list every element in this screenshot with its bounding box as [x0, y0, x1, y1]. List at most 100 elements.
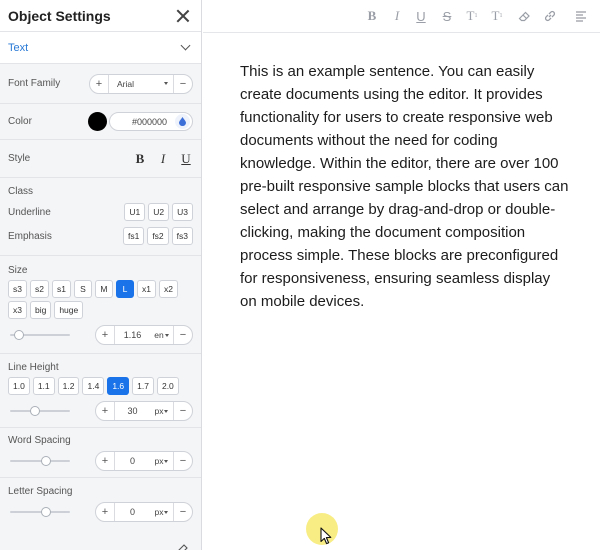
color-label: Color — [8, 116, 32, 127]
emphasis-fs3-button[interactable]: fs3 — [171, 227, 193, 245]
line-height-value[interactable]: 30 — [114, 402, 150, 420]
align-icon[interactable] — [573, 8, 589, 24]
line-height-decrease-button[interactable]: − — [174, 402, 192, 420]
color-swatch[interactable] — [88, 112, 107, 131]
panel-header: Object Settings — [0, 0, 201, 32]
word-spacing-section: Word Spacing + 0 px − — [0, 428, 201, 478]
slider-thumb[interactable] — [30, 406, 40, 416]
link-icon[interactable] — [542, 8, 558, 24]
emphasis-label: Emphasis — [8, 230, 52, 242]
size-decrease-button[interactable]: − — [174, 326, 192, 344]
letter-spacing-decrease-button[interactable]: − — [174, 503, 192, 521]
word-spacing-decrease-button[interactable]: − — [174, 452, 192, 470]
emphasis-fs1-button[interactable]: fs1 — [122, 227, 145, 245]
size-x1-button[interactable]: x1 — [136, 280, 156, 298]
strikethrough-icon[interactable]: S — [439, 8, 455, 24]
word-spacing-increase-button[interactable]: + — [96, 452, 114, 470]
size-s-button[interactable]: S — [73, 280, 92, 298]
word-spacing-slider[interactable] — [10, 456, 70, 466]
bold-icon[interactable]: B — [364, 8, 380, 24]
eraser-icon[interactable] — [178, 540, 189, 550]
eraser-icon[interactable] — [516, 8, 532, 24]
color-hex-field[interactable]: #000000 — [109, 112, 193, 131]
lh-1-2-button[interactable]: 1.2 — [57, 377, 80, 395]
line-height-increase-button[interactable]: + — [96, 402, 114, 420]
size-slider[interactable] — [10, 330, 70, 340]
color-section: Color #000000 — [0, 104, 201, 140]
line-height-slider[interactable] — [10, 406, 70, 416]
size-x3-button[interactable]: x3 — [8, 301, 27, 319]
letter-spacing-unit-select[interactable]: px — [150, 503, 174, 521]
subscript-icon[interactable]: T1 — [489, 8, 505, 24]
underline-u3-button[interactable]: U3 — [172, 203, 193, 221]
emphasis-row: Emphasis fs1 fs2 fs3 — [8, 227, 193, 245]
line-height-unit-select[interactable]: px — [150, 402, 174, 420]
size-value[interactable]: 1.16 — [114, 326, 150, 344]
letter-spacing-slider[interactable] — [10, 507, 70, 517]
size-l-button[interactable]: L — [115, 280, 134, 298]
lh-1-1-button[interactable]: 1.1 — [32, 377, 55, 395]
italic-icon[interactable]: I — [389, 8, 405, 24]
underline-u2-button[interactable]: U2 — [148, 203, 170, 221]
editor-toolbar: B I U S T1 T1 — [203, 0, 600, 33]
line-height-section: Line Height 1.0 1.1 1.2 1.4 1.6 1.7 2.0 … — [0, 354, 201, 428]
color-drop-icon[interactable] — [175, 114, 190, 129]
word-spacing-number-control: + 0 px − — [95, 451, 193, 471]
underline-row: Underline U1 U2 U3 — [8, 203, 193, 221]
style-label: Style — [8, 153, 31, 164]
size-s1-button[interactable]: s1 — [51, 280, 71, 298]
slider-thumb[interactable] — [14, 330, 24, 340]
size-unit-select[interactable]: en — [150, 326, 174, 344]
editor-text[interactable]: This is an example sentence. You can eas… — [240, 60, 570, 313]
size-increase-button[interactable]: + — [96, 326, 114, 344]
caret-down-icon — [164, 333, 169, 337]
size-m-button[interactable]: M — [94, 280, 113, 298]
slider-track — [10, 460, 70, 462]
font-increase-button[interactable]: + — [90, 75, 108, 93]
lh-1-7-button[interactable]: 1.7 — [132, 377, 154, 395]
size-unit: en — [154, 330, 164, 340]
emphasis-fs2-button[interactable]: fs2 — [147, 227, 169, 245]
emphasis-options: fs1 fs2 fs3 — [122, 227, 193, 245]
underline-icon[interactable]: U — [413, 8, 429, 24]
size-huge-button[interactable]: huge — [54, 301, 84, 319]
caret-down-icon — [164, 409, 169, 413]
underline-options: U1 U2 U3 — [124, 203, 193, 221]
letter-spacing-value[interactable]: 0 — [114, 503, 150, 521]
letter-spacing-unit: px — [154, 507, 164, 517]
type-label: Text — [8, 41, 29, 54]
font-decrease-button[interactable]: − — [174, 75, 192, 93]
word-spacing-unit-select[interactable]: px — [150, 452, 174, 470]
style-underline-button[interactable]: U — [179, 151, 193, 167]
font-family-select[interactable]: Arial — [108, 74, 174, 93]
size-x2-button[interactable]: x2 — [158, 280, 178, 298]
size-s3-button[interactable]: s3 — [8, 280, 27, 298]
lh-1-4-button[interactable]: 1.4 — [82, 377, 105, 395]
type-dropdown[interactable]: Text — [0, 32, 201, 64]
letter-spacing-value-row: + 0 px − — [8, 502, 193, 522]
letter-spacing-number-control: + 0 px − — [95, 502, 193, 522]
caret-down-icon — [164, 459, 169, 463]
word-spacing-label: Word Spacing — [8, 435, 71, 446]
slider-track — [10, 410, 70, 412]
mouse-pointer-icon — [320, 527, 332, 550]
caret-down-icon — [164, 510, 169, 514]
underline-u1-button[interactable]: U1 — [124, 203, 146, 221]
letter-spacing-increase-button[interactable]: + — [96, 503, 114, 521]
color-hex-value: #000000 — [132, 116, 168, 127]
word-spacing-value[interactable]: 0 — [114, 452, 150, 470]
superscript-icon[interactable]: T1 — [464, 8, 480, 24]
lh-1-0-button[interactable]: 1.0 — [8, 377, 30, 395]
style-bold-button[interactable]: B — [133, 151, 147, 167]
size-s2-button[interactable]: s2 — [29, 280, 49, 298]
close-icon[interactable] — [175, 8, 191, 24]
style-italic-button[interactable]: I — [156, 151, 170, 167]
size-big-button[interactable]: big — [29, 301, 52, 319]
caret-down-icon — [164, 82, 168, 85]
slider-thumb[interactable] — [41, 507, 51, 517]
line-height-unit: px — [154, 406, 164, 416]
lh-1-6-button[interactable]: 1.6 — [107, 377, 130, 395]
line-height-options: 1.0 1.1 1.2 1.4 1.6 1.7 2.0 — [8, 377, 193, 395]
slider-thumb[interactable] — [41, 456, 51, 466]
lh-2-0-button[interactable]: 2.0 — [156, 377, 179, 395]
